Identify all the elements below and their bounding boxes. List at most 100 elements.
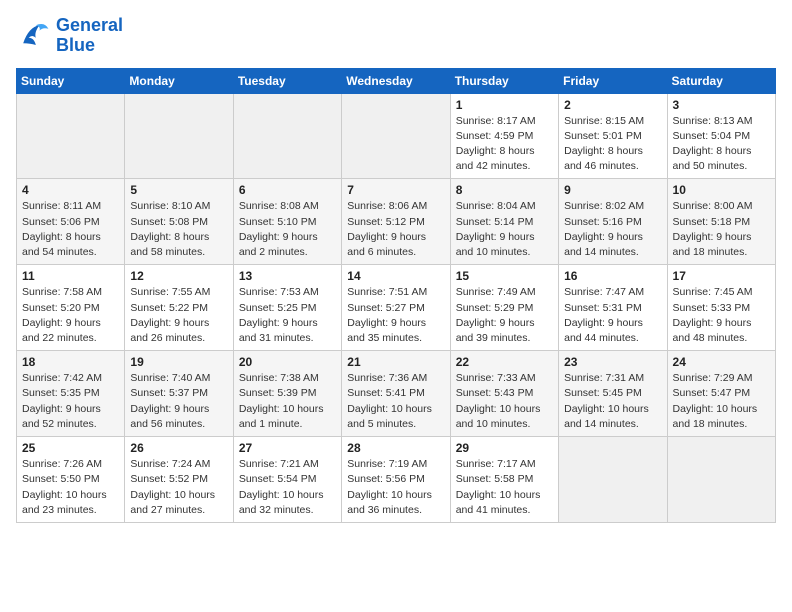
calendar-cell: 1 Sunrise: 8:17 AMSunset: 4:59 PMDaylight… [450,93,558,179]
calendar-cell: 26 Sunrise: 7:24 AMSunset: 5:52 PMDayligh… [125,437,233,523]
day-number: 1 [456,98,553,112]
day-of-week-header: Wednesday [342,68,450,93]
day-number: 29 [456,441,553,455]
day-info: Sunrise: 8:02 AMSunset: 5:16 PMDaylight:… [564,199,661,260]
calendar-cell: 20 Sunrise: 7:38 AMSunset: 5:39 PMDayligh… [233,351,341,437]
calendar-cell: 14 Sunrise: 7:51 AMSunset: 5:27 PMDayligh… [342,265,450,351]
day-info: Sunrise: 7:38 AMSunset: 5:39 PMDaylight:… [239,371,336,432]
day-number: 14 [347,269,444,283]
calendar-cell: 6 Sunrise: 8:08 AMSunset: 5:10 PMDaylight… [233,179,341,265]
day-of-week-header: Thursday [450,68,558,93]
logo-text: General Blue [56,16,123,56]
calendar-cell [125,93,233,179]
calendar-cell: 22 Sunrise: 7:33 AMSunset: 5:43 PMDayligh… [450,351,558,437]
day-number: 7 [347,183,444,197]
day-number: 17 [673,269,770,283]
calendar-cell: 9Sunrise: 8:02 AMSunset: 5:16 PMDaylight… [559,179,667,265]
day-of-week-header: Saturday [667,68,775,93]
day-number: 28 [347,441,444,455]
day-info: Sunrise: 7:51 AMSunset: 5:27 PMDaylight:… [347,285,444,346]
calendar-cell: 8 Sunrise: 8:04 AMSunset: 5:14 PMDaylight… [450,179,558,265]
calendar-table: SundayMondayTuesdayWednesdayThursdayFrid… [16,68,776,523]
day-info: Sunrise: 7:55 AMSunset: 5:22 PMDaylight:… [130,285,227,346]
calendar-cell: 27 Sunrise: 7:21 AMSunset: 5:54 PMDayligh… [233,437,341,523]
day-info: Sunrise: 8:11 AMSunset: 5:06 PMDaylight:… [22,199,119,260]
day-of-week-header: Tuesday [233,68,341,93]
calendar-cell: 4 Sunrise: 8:11 AMSunset: 5:06 PMDaylight… [17,179,125,265]
calendar-cell: 19 Sunrise: 7:40 AMSunset: 5:37 PMDayligh… [125,351,233,437]
calendar-cell [667,437,775,523]
day-info: Sunrise: 7:26 AMSunset: 5:50 PMDaylight:… [22,457,119,518]
day-info: Sunrise: 7:19 AMSunset: 5:56 PMDaylight:… [347,457,444,518]
day-number: 20 [239,355,336,369]
day-number: 5 [130,183,227,197]
day-info: Sunrise: 7:29 AMSunset: 5:47 PMDaylight:… [673,371,770,432]
day-number: 18 [22,355,119,369]
day-info: Sunrise: 7:53 AMSunset: 5:25 PMDaylight:… [239,285,336,346]
day-number: 13 [239,269,336,283]
calendar-cell: 7 Sunrise: 8:06 AMSunset: 5:12 PMDaylight… [342,179,450,265]
day-number: 4 [22,183,119,197]
calendar-cell: 3Sunrise: 8:13 AMSunset: 5:04 PMDaylight… [667,93,775,179]
calendar-cell: 25 Sunrise: 7:26 AMSunset: 5:50 PMDayligh… [17,437,125,523]
day-info: Sunrise: 8:15 AMSunset: 5:01 PMDaylight:… [564,114,661,175]
day-info: Sunrise: 8:06 AMSunset: 5:12 PMDaylight:… [347,199,444,260]
day-number: 25 [22,441,119,455]
calendar-cell: 24Sunrise: 7:29 AMSunset: 5:47 PMDayligh… [667,351,775,437]
day-number: 26 [130,441,227,455]
calendar-cell: 11 Sunrise: 7:58 AMSunset: 5:20 PMDayligh… [17,265,125,351]
page-header: General Blue [16,16,776,56]
logo-icon [16,18,52,54]
day-number: 21 [347,355,444,369]
day-info: Sunrise: 7:33 AMSunset: 5:43 PMDaylight:… [456,371,553,432]
day-info: Sunrise: 7:31 AMSunset: 5:45 PMDaylight:… [564,371,661,432]
day-of-week-header: Sunday [17,68,125,93]
day-info: Sunrise: 7:42 AMSunset: 5:35 PMDaylight:… [22,371,119,432]
calendar-cell: 10Sunrise: 8:00 AMSunset: 5:18 PMDayligh… [667,179,775,265]
calendar-cell [342,93,450,179]
calendar-cell: 12 Sunrise: 7:55 AMSunset: 5:22 PMDayligh… [125,265,233,351]
calendar-cell [17,93,125,179]
day-of-week-header: Monday [125,68,233,93]
day-number: 19 [130,355,227,369]
day-number: 12 [130,269,227,283]
calendar-cell: 21 Sunrise: 7:36 AMSunset: 5:41 PMDayligh… [342,351,450,437]
calendar-cell [559,437,667,523]
day-number: 23 [564,355,661,369]
day-info: Sunrise: 7:45 AMSunset: 5:33 PMDaylight:… [673,285,770,346]
calendar-cell: 5 Sunrise: 8:10 AMSunset: 5:08 PMDaylight… [125,179,233,265]
logo: General Blue [16,16,123,56]
day-number: 10 [673,183,770,197]
day-number: 27 [239,441,336,455]
day-info: Sunrise: 7:49 AMSunset: 5:29 PMDaylight:… [456,285,553,346]
day-of-week-header: Friday [559,68,667,93]
day-info: Sunrise: 7:40 AMSunset: 5:37 PMDaylight:… [130,371,227,432]
day-number: 8 [456,183,553,197]
calendar-cell: 17 Sunrise: 7:45 AMSunset: 5:33 PMDayligh… [667,265,775,351]
day-number: 16 [564,269,661,283]
calendar-cell: 23 Sunrise: 7:31 AMSunset: 5:45 PMDayligh… [559,351,667,437]
calendar-cell: 28 Sunrise: 7:19 AMSunset: 5:56 PMDayligh… [342,437,450,523]
day-info: Sunrise: 7:17 AMSunset: 5:58 PMDaylight:… [456,457,553,518]
day-info: Sunrise: 7:24 AMSunset: 5:52 PMDaylight:… [130,457,227,518]
calendar-cell: 13 Sunrise: 7:53 AMSunset: 5:25 PMDayligh… [233,265,341,351]
day-info: Sunrise: 8:10 AMSunset: 5:08 PMDaylight:… [130,199,227,260]
day-number: 6 [239,183,336,197]
day-number: 15 [456,269,553,283]
day-info: Sunrise: 8:04 AMSunset: 5:14 PMDaylight:… [456,199,553,260]
day-number: 22 [456,355,553,369]
calendar-cell: 29 Sunrise: 7:17 AMSunset: 5:58 PMDayligh… [450,437,558,523]
day-info: Sunrise: 8:13 AMSunset: 5:04 PMDaylight:… [673,114,770,175]
calendar-cell: 18 Sunrise: 7:42 AMSunset: 5:35 PMDayligh… [17,351,125,437]
day-info: Sunrise: 8:08 AMSunset: 5:10 PMDaylight:… [239,199,336,260]
day-info: Sunrise: 7:21 AMSunset: 5:54 PMDaylight:… [239,457,336,518]
day-info: Sunrise: 7:58 AMSunset: 5:20 PMDaylight:… [22,285,119,346]
day-number: 11 [22,269,119,283]
day-number: 2 [564,98,661,112]
calendar-cell: 16Sunrise: 7:47 AMSunset: 5:31 PMDayligh… [559,265,667,351]
day-info: Sunrise: 7:36 AMSunset: 5:41 PMDaylight:… [347,371,444,432]
calendar-cell: 15 Sunrise: 7:49 AMSunset: 5:29 PMDayligh… [450,265,558,351]
calendar-cell: 2 Sunrise: 8:15 AMSunset: 5:01 PMDaylight… [559,93,667,179]
calendar-cell [233,93,341,179]
day-info: Sunrise: 8:17 AMSunset: 4:59 PMDaylight:… [456,114,553,175]
